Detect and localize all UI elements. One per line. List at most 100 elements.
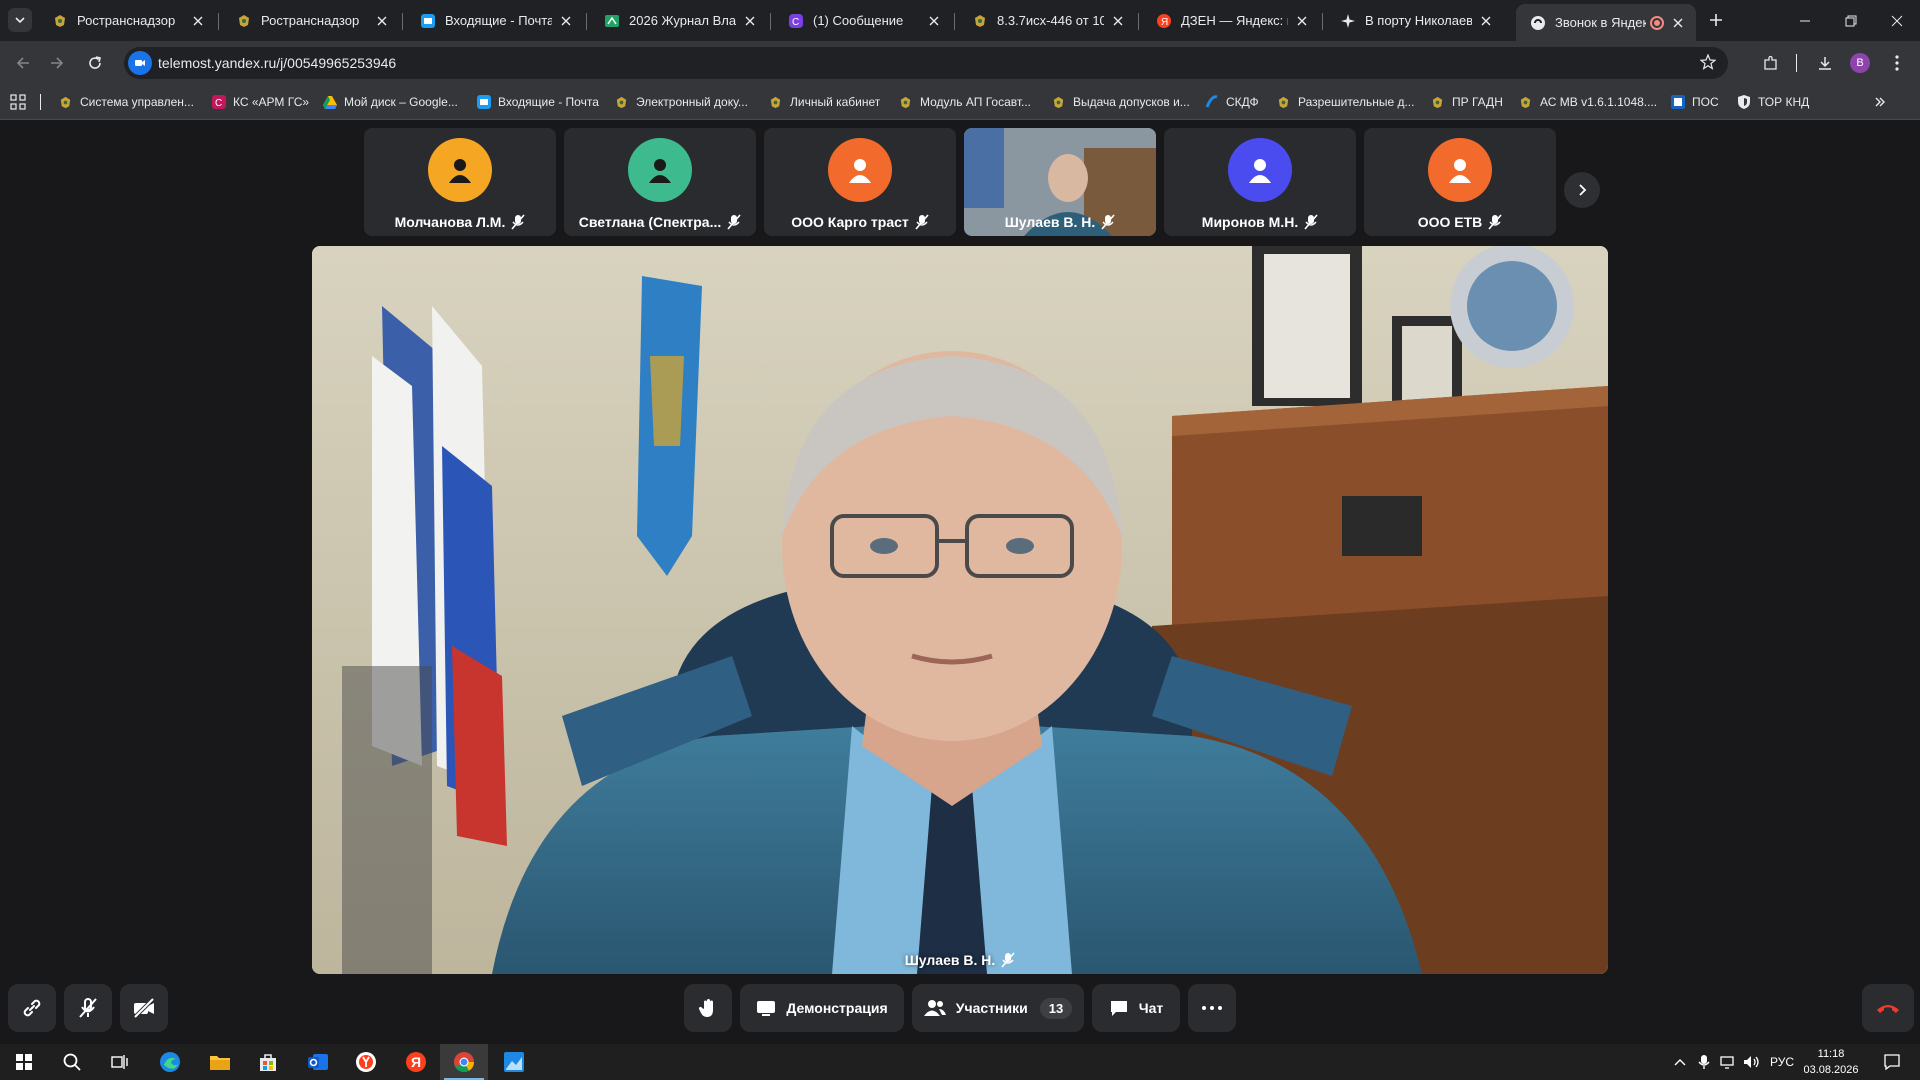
bookmark-item[interactable]: Мой диск – Google...: [322, 92, 458, 112]
taskbar-app[interactable]: [490, 1044, 538, 1080]
raise-hand-button[interactable]: [684, 984, 732, 1032]
bookmark-item[interactable]: Система управлен...: [58, 92, 194, 112]
more-options-button[interactable]: [1188, 984, 1236, 1032]
copy-link-button[interactable]: [8, 984, 56, 1032]
downloads-button[interactable]: [1812, 50, 1838, 76]
tab-telemost[interactable]: Звонок в Яндекс: [1516, 4, 1696, 41]
tab-rostransnadzor-1[interactable]: Ространснадзор: [38, 4, 216, 37]
tab-journal[interactable]: 2026 Журнал Владим: [590, 4, 768, 37]
meeting-area: Молчанова Л.М. Светлана (Спектра... ООО …: [0, 120, 1920, 1044]
bookmark-label: Входящие - Почта: [498, 95, 599, 109]
close-tab-icon[interactable]: [1478, 13, 1494, 29]
close-tab-icon[interactable]: [742, 13, 758, 29]
c-icon: C: [211, 95, 226, 110]
tray-microphone[interactable]: [1692, 1044, 1716, 1080]
bookmark-star-icon[interactable]: [1699, 53, 1717, 75]
taskbar-outlook[interactable]: [294, 1044, 342, 1080]
link-icon: [23, 999, 41, 1017]
screen-share-button[interactable]: Демонстрация: [740, 984, 904, 1032]
profile-avatar[interactable]: В: [1850, 53, 1870, 73]
bookmark-item[interactable]: ТОР КНД: [1736, 92, 1809, 112]
bookmark-item[interactable]: Выдача допусков и...: [1051, 92, 1190, 112]
participant-tile[interactable]: Светлана (Спектра...: [564, 128, 756, 236]
participant-tile[interactable]: ООО Карго траст: [764, 128, 956, 236]
bookmark-item[interactable]: Входящие - Почта: [476, 92, 599, 112]
speaker-video-feed: [312, 246, 1608, 974]
toggle-camera-button[interactable]: [120, 984, 168, 1032]
search-button[interactable]: [48, 1044, 96, 1080]
taskbar-file-explorer[interactable]: [196, 1044, 244, 1080]
participant-tile[interactable]: Молчанова Л.М.: [364, 128, 556, 236]
close-tab-icon[interactable]: [558, 13, 574, 29]
back-button[interactable]: [10, 50, 36, 76]
address-bar[interactable]: telemost.yandex.ru/j/00549965253946: [124, 47, 1728, 79]
tab-dzen[interactable]: Я ДЗЕН — Яндекс: наш: [1142, 4, 1320, 37]
clock-date: 03.08.2026: [1803, 1064, 1859, 1076]
tab-mail[interactable]: Входящие - Почта: [406, 4, 584, 37]
camera-icon: [135, 60, 145, 66]
task-view-button[interactable]: [96, 1044, 144, 1080]
site-info-button[interactable]: [128, 51, 152, 75]
participants-button[interactable]: Участники 13: [912, 984, 1084, 1032]
participant-tile[interactable]: ООО ЕТВ: [1364, 128, 1556, 236]
taskbar-yandex[interactable]: Я: [392, 1044, 440, 1080]
notifications-button[interactable]: [1872, 1044, 1912, 1080]
screen-share-icon: [757, 1001, 776, 1016]
show-hidden-icons-button[interactable]: [1668, 1044, 1692, 1080]
bookmark-item[interactable]: C КС «АРМ ГС»: [211, 92, 309, 112]
image-app-icon: [504, 1052, 524, 1072]
bookmark-item[interactable]: ПОС: [1670, 92, 1719, 112]
taskbar-store[interactable]: [244, 1044, 292, 1080]
chat-button[interactable]: Чат: [1092, 984, 1180, 1032]
bookmark-label: Мой диск – Google...: [344, 95, 458, 109]
taskbar-edge[interactable]: [146, 1044, 194, 1080]
clock[interactable]: 11:18 03.08.2026: [1796, 1046, 1866, 1078]
tray-volume[interactable]: [1740, 1044, 1764, 1080]
bookmark-item[interactable]: Электронный доку...: [614, 92, 748, 112]
tab-separator: [402, 13, 403, 30]
extensions-button[interactable]: [1758, 50, 1784, 76]
next-participants-button[interactable]: [1564, 172, 1600, 208]
apps-button[interactable]: [10, 92, 26, 112]
forward-button[interactable]: [44, 50, 70, 76]
close-window-button[interactable]: [1874, 0, 1920, 41]
minimize-button[interactable]: [1782, 0, 1828, 41]
restore-button[interactable]: [1828, 0, 1874, 41]
browser-menu-button[interactable]: [1884, 50, 1910, 76]
close-tab-icon[interactable]: [190, 13, 206, 29]
emblem-icon: [1051, 95, 1066, 110]
reload-button[interactable]: [82, 50, 108, 76]
new-tab-button[interactable]: [1704, 8, 1728, 32]
tab-news[interactable]: В порту Николаева у: [1326, 4, 1504, 37]
leave-call-button[interactable]: [1862, 984, 1914, 1032]
bookmark-item[interactable]: АС МВ v1.6.1.1048....: [1518, 92, 1657, 112]
bookmark-item[interactable]: Личный кабинет: [768, 92, 880, 112]
participant-tile-video[interactable]: Шулаев В. Н.: [964, 128, 1156, 236]
bookmark-item[interactable]: Разрешительные д...: [1276, 92, 1414, 112]
tab-document[interactable]: 8.3.7исх-446 от 10.07: [958, 4, 1136, 37]
taskbar-yandex-browser[interactable]: [342, 1044, 390, 1080]
participant-tile[interactable]: Миронов М.Н.: [1164, 128, 1356, 236]
tray-network[interactable]: [1716, 1044, 1740, 1080]
apps-grid-icon: [10, 94, 26, 110]
toggle-microphone-button[interactable]: [64, 984, 112, 1032]
bookmark-item[interactable]: ПР ГАДН: [1430, 92, 1503, 112]
start-button[interactable]: [0, 1044, 48, 1080]
participant-name: Миронов М.Н.: [1201, 214, 1299, 230]
close-tab-icon[interactable]: [1110, 13, 1126, 29]
main-speaker-video: Шулаев В. Н.: [312, 246, 1608, 974]
close-tab-icon[interactable]: [374, 13, 390, 29]
tab-rostransnadzor-2[interactable]: Ространснадзор: [222, 4, 400, 37]
chrome-icon: [454, 1052, 475, 1073]
participant-name: Молчанова Л.М.: [394, 214, 506, 230]
tab-messenger[interactable]: C (1) Сообщение: [774, 4, 952, 37]
bookmark-item[interactable]: Модуль АП Госавт...: [898, 92, 1031, 112]
close-tab-icon[interactable]: [926, 13, 942, 29]
more-bookmarks-button[interactable]: [1874, 92, 1886, 112]
close-tab-icon[interactable]: [1670, 15, 1686, 31]
language-indicator[interactable]: РУС: [1764, 1044, 1800, 1080]
close-tab-icon[interactable]: [1294, 13, 1310, 29]
bookmark-item[interactable]: СКДФ: [1204, 92, 1259, 112]
tab-search-button[interactable]: [8, 8, 32, 32]
taskbar-chrome[interactable]: [440, 1044, 488, 1080]
